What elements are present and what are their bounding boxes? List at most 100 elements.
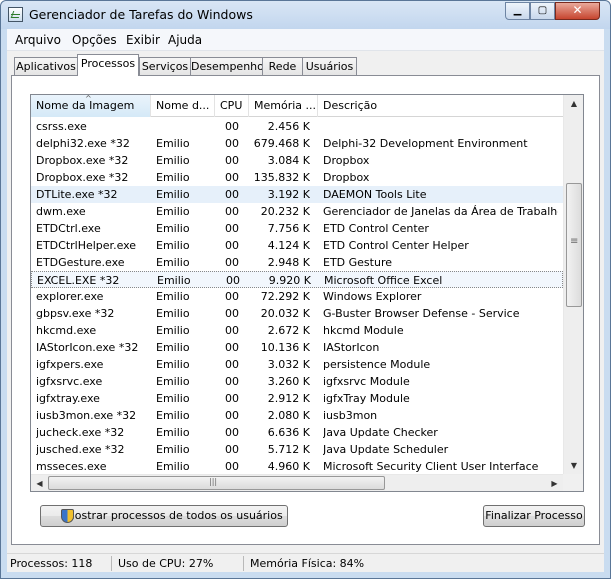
cpu-cell: 00 [225,409,239,422]
cpu-cell: 00 [225,324,239,337]
cpu-cell: 00 [226,274,240,287]
description-cell: igfxTray Module [323,392,410,405]
tab-rede[interactable]: Rede [262,57,303,76]
table-row[interactable]: jucheck.exe *32 Emilio 00 6.636 K Java Updat… [31,424,563,441]
tab-aplicativos[interactable]: Aplicativos [14,57,78,76]
table-row[interactable]: ETDCtrlHelper.exe Emilio 00 4.124 K ETD Cont… [31,237,563,254]
column-header-user-name[interactable]: Nome d... [151,95,215,117]
user-name-cell: Emilio [156,426,190,439]
image-name-cell: iusb3mon.exe *32 [36,409,137,422]
scroll-down-icon[interactable]: ▼ [564,457,583,474]
memory-cell: 2.456 K [267,120,310,133]
table-row[interactable]: delphi32.exe *32 Emilio 00 679.468 K Delphi-… [31,135,563,152]
table-row[interactable]: explorer.exe Emilio 00 72.292 K Windows Expl… [31,288,563,305]
vertical-scroll-thumb[interactable] [566,183,582,307]
cpu-cell: 00 [225,375,239,388]
description-cell: Dropbox [323,171,370,184]
scroll-up-icon[interactable]: ▲ [564,95,583,112]
close-button[interactable]: ✕ [555,2,600,20]
horizontal-scrollbar[interactable]: ◀ ▶ [31,474,563,491]
cpu-cell: 00 [225,205,239,218]
user-name-cell: Emilio [156,443,190,456]
tab-servicos[interactable]: Serviços [139,57,191,76]
table-row[interactable]: jusched.exe *32 Emilio 00 5.712 K Java Updat… [31,441,563,458]
table-row[interactable]: csrss.exe 00 2.456 K [31,118,563,135]
table-row[interactable]: IAStorIcon.exe *32 Emilio 00 10.136 K IAStor… [31,339,563,356]
sort-up-icon: ^ [85,95,92,103]
user-name-cell: Emilio [156,324,190,337]
menu-exibir[interactable]: Exibir [126,33,160,47]
table-row[interactable]: Dropbox.exe *32 Emilio 00 135.832 K Dropbox [31,169,563,186]
image-name-cell: explorer.exe [36,290,104,303]
table-row[interactable]: EXCEL.EXE *32 Emilio 00 9.920 K Microsoft Of… [31,271,563,288]
cpu-cell: 00 [225,222,239,235]
memory-cell: 72.292 K [260,290,310,303]
memory-cell: 10.136 K [260,341,310,354]
processes-panel: ^ Nome da Imagem Nome d... CPU Memória .… [11,75,600,545]
image-name-cell: jucheck.exe *32 [36,426,125,439]
status-processes: Processos: 118 [10,557,93,570]
user-name-cell: Emilio [156,222,190,235]
description-cell: ETD Gesture [323,256,392,269]
column-header-memory[interactable]: Memória ... [249,95,318,117]
table-row[interactable]: ETDGesture.exe Emilio 00 2.948 K ETD Gesture [31,254,563,271]
memory-cell: 7.756 K [267,222,310,235]
image-name-cell: ETDGesture.exe [36,256,125,269]
table-row[interactable]: DTLite.exe *32 Emilio 00 3.192 K DAEMON Tool… [31,186,563,203]
description-cell: Windows Explorer [323,290,422,303]
tab-desempenho[interactable]: Desempenho [190,57,264,76]
memory-cell: 2.672 K [267,324,310,337]
user-name-cell: Emilio [156,205,190,218]
menu-ajuda[interactable]: Ajuda [168,33,202,47]
user-name-cell: Emilio [156,307,190,320]
table-row[interactable]: Dropbox.exe *32 Emilio 00 3.084 K Dropbox [31,152,563,169]
image-name-cell: jusched.exe *32 [36,443,125,456]
table-row[interactable]: iusb3mon.exe *32 Emilio 00 2.080 K iusb3mon [31,407,563,424]
cpu-cell: 00 [225,426,239,439]
status-separator [111,556,112,571]
end-process-button[interactable]: Finalizar Processo [483,505,585,527]
minimize-button[interactable]: ▁ [505,2,530,20]
description-cell: Java Update Scheduler [323,443,449,456]
table-row[interactable]: igfxtray.exe Emilio 00 2.912 K igfxTray Modu… [31,390,563,407]
status-cpu: Uso de CPU: 27% [118,557,214,570]
table-row[interactable]: igfxpers.exe Emilio 00 3.032 K persistence M… [31,356,563,373]
table-row[interactable]: hkcmd.exe Emilio 00 2.672 K hkcmd Module [31,322,563,339]
client-area: Arquivo Opções Exibir Ajuda Aplicativos … [7,29,604,572]
table-row[interactable]: gbpsv.exe *32 Emilio 00 20.032 K G-Buster Br… [31,305,563,322]
description-cell: hkcmd Module [323,324,404,337]
table-row[interactable]: ETDCtrl.exe Emilio 00 7.756 K ETD Control Ce… [31,220,563,237]
description-cell: Dropbox [323,154,370,167]
memory-cell: 2.948 K [267,256,310,269]
image-name-cell: hkcmd.exe [36,324,97,337]
menu-arquivo[interactable]: Arquivo [15,33,61,47]
user-name-cell: Emilio [156,375,190,388]
image-name-cell: Dropbox.exe *32 [36,154,129,167]
memory-cell: 6.636 K [267,426,310,439]
scroll-left-icon[interactable]: ◀ [31,475,48,491]
column-header-description[interactable]: Descrição [318,95,563,117]
tab-usuarios[interactable]: Usuários [302,57,357,76]
cpu-cell: 00 [225,256,239,269]
horizontal-scroll-thumb[interactable] [48,476,385,490]
image-name-cell: EXCEL.EXE *32 [37,274,120,287]
scrollbar-corner [563,474,583,491]
scroll-right-icon[interactable]: ▶ [546,475,563,491]
cpu-cell: 00 [225,307,239,320]
tab-processos[interactable]: Processos [77,54,139,76]
maximize-button[interactable]: ▢ [530,2,555,20]
vertical-scrollbar[interactable]: ▲ ▼ [563,95,583,474]
table-row[interactable]: igfxsrvc.exe Emilio 00 3.260 K igfxsrvc Modu… [31,373,563,390]
show-all-processes-button[interactable]: Mostrar processos de todos os usuários [40,505,288,527]
menu-opcoes[interactable]: Opções [72,33,117,47]
table-row[interactable]: msseces.exe Emilio 00 4.960 K Microsoft Secu… [31,458,563,475]
user-name-cell: Emilio [156,409,190,422]
table-row[interactable]: dwm.exe Emilio 00 20.232 K Gerenciador de Ja… [31,203,563,220]
image-name-cell: dwm.exe [36,205,86,218]
column-header-cpu[interactable]: CPU [215,95,249,117]
column-header-image-name[interactable]: ^ Nome da Imagem [31,95,151,117]
user-name-cell: Emilio [156,358,190,371]
image-name-cell: ETDCtrl.exe [36,222,101,235]
process-list[interactable]: ^ Nome da Imagem Nome d... CPU Memória .… [30,94,584,492]
description-cell: G-Buster Browser Defense - Service [323,307,520,320]
